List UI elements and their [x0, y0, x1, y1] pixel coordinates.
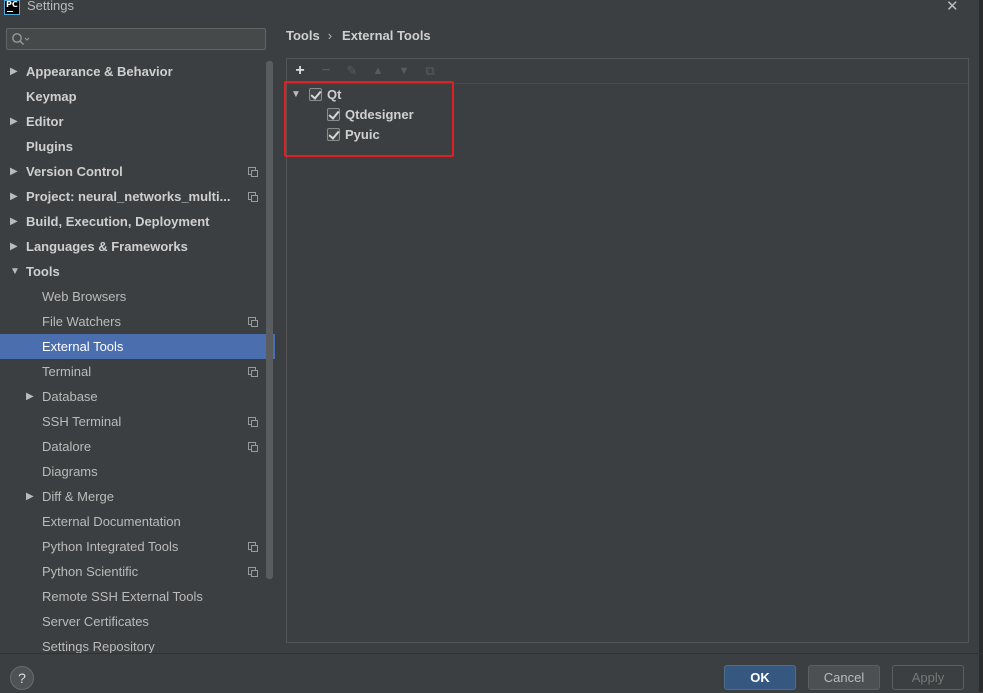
cancel-button[interactable]: Cancel — [808, 665, 880, 690]
collapsed-arrow-icon[interactable]: ▶ — [26, 484, 34, 509]
close-icon[interactable]: ✕ — [946, 0, 959, 15]
sidebar-item-label: Settings Repository — [42, 639, 155, 653]
sidebar-item[interactable]: Server Certificates — [0, 609, 266, 634]
edit-icon[interactable]: ✎ — [343, 62, 361, 80]
sidebar-item[interactable]: ▶ Database — [0, 384, 266, 409]
remove-icon[interactable]: − — [317, 62, 335, 80]
sidebar-item[interactable]: Python Scientific — [0, 559, 266, 584]
sidebar-item[interactable]: External Documentation — [0, 509, 266, 534]
project-level-icon — [248, 367, 258, 377]
sidebar-item-label: Editor — [26, 114, 64, 129]
sidebar-item[interactable]: Diagrams — [0, 459, 266, 484]
project-level-icon — [248, 442, 258, 452]
pycharm-app-icon: PC — [4, 0, 20, 15]
sidebar-item-label: External Tools — [42, 339, 124, 354]
sidebar-scrollbar[interactable] — [266, 61, 273, 579]
help-button[interactable]: ? — [10, 666, 34, 690]
sidebar-item-label: Python Integrated Tools — [42, 539, 179, 554]
breadcrumb: Tools › External Tools — [286, 28, 439, 43]
collapsed-arrow-icon[interactable]: ▶ — [10, 184, 18, 209]
add-icon[interactable]: + — [291, 62, 309, 80]
sidebar-item[interactable]: Terminal — [0, 359, 266, 384]
project-level-icon — [248, 192, 258, 202]
ok-button[interactable]: OK — [724, 665, 796, 690]
breadcrumb-separator: › — [327, 28, 333, 43]
sidebar-item-label: Web Browsers — [42, 289, 127, 304]
sidebar-item[interactable]: Web Browsers — [0, 284, 266, 309]
sidebar-item[interactable]: ▶ Appearance & Behavior — [0, 59, 266, 84]
sidebar-item-label: Diagrams — [42, 464, 98, 479]
sidebar-item[interactable]: Python Integrated Tools — [0, 534, 266, 559]
sidebar-item-label: Terminal — [42, 364, 92, 379]
apply-button[interactable]: Apply — [892, 665, 964, 690]
title-bar: PC Settings ✕ — [0, 0, 983, 16]
sidebar-item-label: Database — [42, 389, 98, 404]
sidebar-item[interactable]: Remote SSH External Tools — [0, 584, 266, 609]
sidebar-item-label: Remote SSH External Tools — [42, 589, 203, 604]
sidebar-item[interactable]: ▶ Build, Execution, Deployment — [0, 209, 266, 234]
copy-icon[interactable]: ⧉ — [421, 62, 439, 80]
sidebar-item-label: Python Scientific — [42, 564, 139, 579]
settings-sidebar-tree: ▶ Appearance & Behavior Keymap ▶ Editor Plugi… — [0, 59, 275, 653]
sidebar-item[interactable]: Settings Repository — [0, 634, 266, 653]
project-level-icon — [248, 542, 258, 552]
window-title: Settings — [27, 0, 74, 13]
breadcrumb-parent[interactable]: Tools — [286, 28, 320, 43]
collapsed-arrow-icon[interactable]: ▶ — [10, 159, 18, 184]
highlight-box — [284, 81, 454, 157]
project-level-icon — [248, 317, 258, 327]
sidebar-item-label: Diff & Merge — [42, 489, 115, 504]
sidebar-item-label: File Watchers — [42, 314, 121, 329]
sidebar-item[interactable]: ▶ Editor — [0, 109, 266, 134]
sidebar-item[interactable]: Datalore — [0, 434, 266, 459]
collapsed-arrow-icon[interactable]: ▶ — [10, 59, 18, 84]
sidebar-item-label: Build, Execution, Deployment — [26, 214, 210, 229]
sidebar-item[interactable]: ▼ Tools — [0, 259, 266, 284]
sidebar-item-label: Tools — [26, 264, 60, 279]
collapsed-arrow-icon[interactable]: ▶ — [10, 109, 18, 134]
sidebar-item-label: External Documentation — [42, 514, 181, 529]
sidebar-item[interactable]: SSH Terminal — [0, 409, 266, 434]
sidebar-item[interactable]: ▶ Languages & Frameworks — [0, 234, 266, 259]
project-level-icon — [248, 417, 258, 427]
breadcrumb-current: External Tools — [342, 28, 431, 43]
sidebar-item-label: Server Certificates — [42, 614, 149, 629]
sidebar-item-label: Appearance & Behavior — [26, 64, 173, 79]
search-input[interactable] — [33, 31, 263, 49]
sidebar-item[interactable]: File Watchers — [0, 309, 266, 334]
sidebar-item[interactable]: ▶ Project: neural_networks_multi... — [0, 184, 266, 209]
project-level-icon — [248, 167, 258, 177]
sidebar-item[interactable]: Plugins — [0, 134, 266, 159]
sidebar-item-label: Keymap — [26, 89, 77, 104]
project-level-icon — [248, 567, 258, 577]
move-up-icon[interactable]: ▲ — [369, 62, 387, 80]
collapsed-arrow-icon[interactable]: ▶ — [26, 384, 34, 409]
collapsed-arrow-icon[interactable]: ▶ — [10, 234, 18, 259]
sidebar-item-label: Plugins — [26, 139, 73, 154]
sidebar-item-label: Project: neural_networks_multi... — [26, 189, 231, 204]
expanded-arrow-icon[interactable]: ▼ — [10, 259, 20, 284]
sidebar-item[interactable]: ▶ Diff & Merge — [0, 484, 266, 509]
collapsed-arrow-icon[interactable]: ▶ — [10, 209, 18, 234]
sidebar-item-label: Version Control — [26, 164, 123, 179]
move-down-icon[interactable]: ▼ — [395, 62, 413, 80]
sidebar-item[interactable]: ▶ Version Control — [0, 159, 266, 184]
sidebar-item-label: Datalore — [42, 439, 92, 454]
sidebar-item[interactable]: Keymap — [0, 84, 266, 109]
sidebar-item[interactable]: External Tools — [0, 334, 275, 359]
sidebar-item-label: SSH Terminal — [42, 414, 122, 429]
search-icon — [12, 33, 30, 45]
sidebar-item-label: Languages & Frameworks — [26, 239, 188, 254]
window-edge — [979, 0, 983, 692]
settings-search[interactable] — [6, 28, 266, 50]
